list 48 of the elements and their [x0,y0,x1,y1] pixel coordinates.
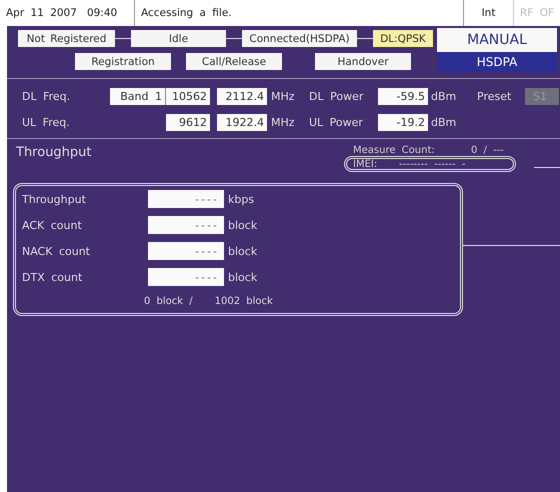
leader-line [534,167,560,168]
result-field: ---- [148,216,224,234]
action-button[interactable]: Registration [75,53,171,70]
frequency-label: DL Freq. [22,90,72,103]
action-button[interactable]: Handover [315,53,411,70]
modulation-badge: DL:QPSK [373,30,433,47]
action-button[interactable]: Call/Release [186,53,282,70]
unit-label: block [227,244,258,258]
result-field: ---- [148,242,224,260]
block-count: 0 block / [144,296,193,307]
time-text: 09:40 [86,7,118,19]
result-label: ACK count [22,218,83,232]
result-field: ---- [148,190,224,208]
unit-label: kbps [227,192,254,206]
power-field[interactable]: -19.2 [378,114,428,131]
frequency-field[interactable]: 1922.4 [217,114,267,131]
date-text: Apr 11 2007 [6,7,77,19]
unit-label: dBm [430,116,458,129]
frequency-label: UL Freq. [22,116,71,129]
channel-field[interactable]: 10562 [166,88,210,105]
preset-label: Preset [477,90,512,103]
power-label: DL Power [309,90,364,103]
unit-label: block [227,270,258,284]
block-total: 1002 block [214,296,273,307]
status-indicator: RF OF [519,6,555,21]
unit-label: dBm [430,90,458,103]
power-label: UL Power [309,116,364,129]
mode-label: MANUAL [437,28,557,52]
unit-label: MHz [270,90,296,103]
result-label: DTX count [22,270,84,284]
unit-label: MHz [270,116,296,129]
measure-count-label: Measure Count: [353,145,436,156]
result-label: NACK count [22,244,91,258]
measure-count-value: 0 / --- [471,145,504,156]
imei-label: IMEI: [353,158,378,170]
system-label: HSDPA [437,52,557,72]
imei-value: -------- ------ - [399,158,466,170]
unit-label: block [227,218,258,232]
result-field: ---- [148,268,224,286]
call-state-box: Idle [131,30,226,47]
section-title: Throughput [15,144,93,162]
call-state-box: Not Registered [18,30,115,47]
band-field[interactable]: Band 1 [110,88,166,105]
result-label: Throughput [22,192,87,206]
call-state-box: Connected(HSDPA) [242,30,357,47]
channel-field[interactable]: 9612 [166,114,210,131]
frequency-field[interactable]: 2112.4 [217,88,267,105]
power-field[interactable]: -59.5 [378,88,428,105]
